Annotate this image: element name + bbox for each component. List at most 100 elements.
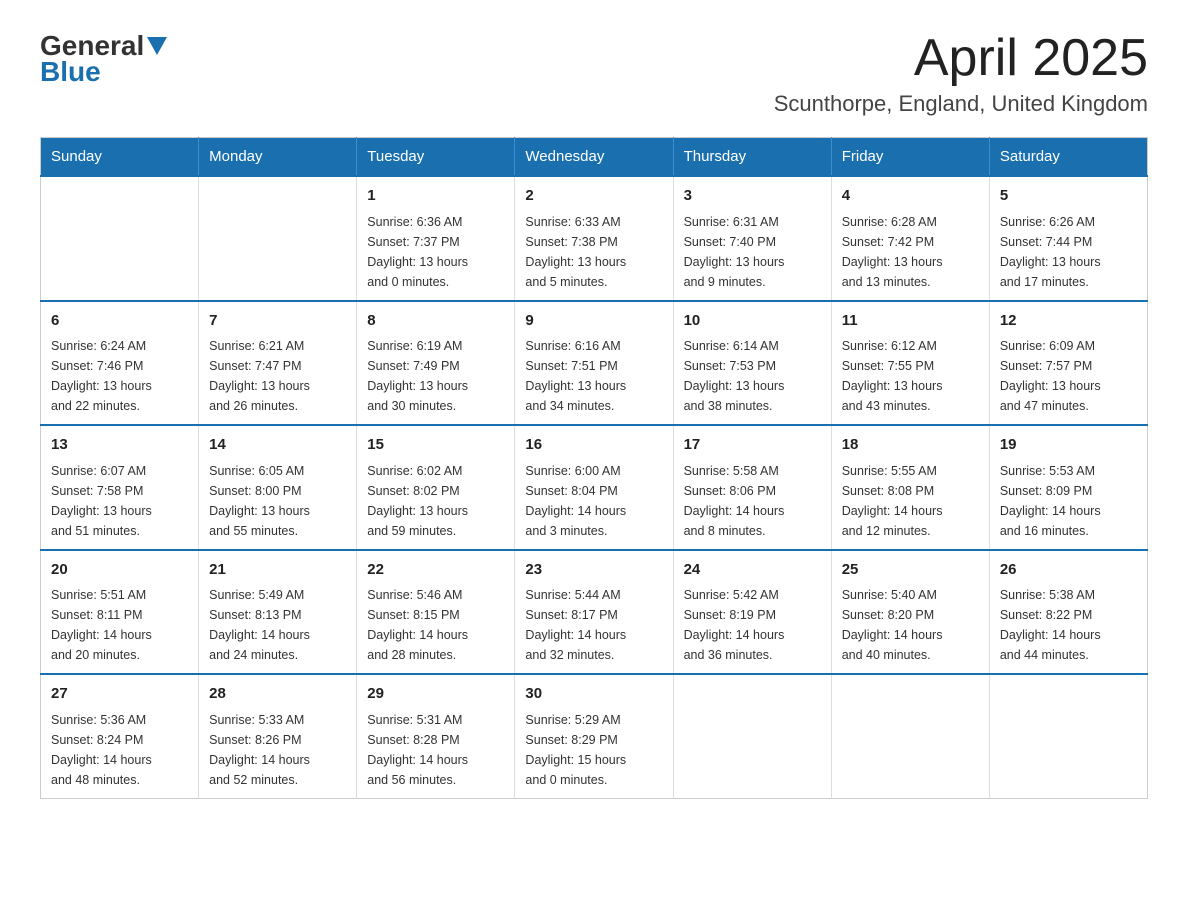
calendar-cell: 4 Sunrise: 6:28 AM Sunset: 7:42 PM Daylig… bbox=[831, 176, 989, 301]
day-info: Sunrise: 6:09 AM Sunset: 7:57 PM Dayligh… bbox=[1000, 336, 1137, 416]
page-subtitle: Scunthorpe, England, United Kingdom bbox=[774, 91, 1148, 117]
calendar-cell: 17Sunrise: 5:58 AM Sunset: 8:06 PM Dayli… bbox=[673, 425, 831, 550]
calendar-week-row: 1 Sunrise: 6:36 AM Sunset: 7:37 PM Daylig… bbox=[41, 176, 1148, 301]
day-number: 25 bbox=[842, 559, 979, 582]
calendar-cell: 21 Sunrise: 5:49 AM Sunset: 8:13 PM Dayli… bbox=[199, 550, 357, 675]
weekday-header-friday: Friday bbox=[831, 138, 989, 177]
day-info: Sunrise: 6:26 AM Sunset: 7:44 PM Dayligh… bbox=[1000, 212, 1137, 292]
calendar-cell: 1 Sunrise: 6:36 AM Sunset: 7:37 PM Daylig… bbox=[357, 176, 515, 301]
day-number: 2 bbox=[525, 185, 662, 208]
calendar-cell: 25 Sunrise: 5:40 AM Sunset: 8:20 PM Dayli… bbox=[831, 550, 989, 675]
day-number: 11 bbox=[842, 310, 979, 333]
day-info: Sunrise: 6:19 AM Sunset: 7:49 PM Dayligh… bbox=[367, 336, 504, 416]
day-info: Sunrise: 6:16 AM Sunset: 7:51 PM Dayligh… bbox=[525, 336, 662, 416]
calendar-cell: 29 Sunrise: 5:31 AM Sunset: 8:28 PM Dayli… bbox=[357, 674, 515, 798]
calendar-cell bbox=[673, 674, 831, 798]
calendar-cell: 14 Sunrise: 6:05 AM Sunset: 8:00 PM Dayli… bbox=[199, 425, 357, 550]
day-number: 8 bbox=[367, 310, 504, 333]
calendar-cell: 7 Sunrise: 6:21 AM Sunset: 7:47 PM Daylig… bbox=[199, 301, 357, 426]
calendar-week-row: 6Sunrise: 6:24 AM Sunset: 7:46 PM Daylig… bbox=[41, 301, 1148, 426]
day-number: 17 bbox=[684, 434, 821, 457]
day-info: Sunrise: 6:02 AM Sunset: 8:02 PM Dayligh… bbox=[367, 461, 504, 541]
day-info: Sunrise: 5:49 AM Sunset: 8:13 PM Dayligh… bbox=[209, 585, 346, 665]
day-info: Sunrise: 6:33 AM Sunset: 7:38 PM Dayligh… bbox=[525, 212, 662, 292]
calendar-cell: 28 Sunrise: 5:33 AM Sunset: 8:26 PM Dayli… bbox=[199, 674, 357, 798]
day-info: Sunrise: 5:51 AM Sunset: 8:11 PM Dayligh… bbox=[51, 585, 188, 665]
calendar-week-row: 20 Sunrise: 5:51 AM Sunset: 8:11 PM Dayli… bbox=[41, 550, 1148, 675]
day-info: Sunrise: 5:46 AM Sunset: 8:15 PM Dayligh… bbox=[367, 585, 504, 665]
calendar-header-row: SundayMondayTuesdayWednesdayThursdayFrid… bbox=[41, 138, 1148, 177]
day-number: 3 bbox=[684, 185, 821, 208]
day-number: 19 bbox=[1000, 434, 1137, 457]
day-number: 9 bbox=[525, 310, 662, 333]
calendar-cell: 20 Sunrise: 5:51 AM Sunset: 8:11 PM Dayli… bbox=[41, 550, 199, 675]
day-number: 23 bbox=[525, 559, 662, 582]
calendar-week-row: 27 Sunrise: 5:36 AM Sunset: 8:24 PM Dayli… bbox=[41, 674, 1148, 798]
day-info: Sunrise: 6:31 AM Sunset: 7:40 PM Dayligh… bbox=[684, 212, 821, 292]
weekday-header-saturday: Saturday bbox=[989, 138, 1147, 177]
calendar-cell: 16 Sunrise: 6:00 AM Sunset: 8:04 PM Dayli… bbox=[515, 425, 673, 550]
day-number: 21 bbox=[209, 559, 346, 582]
calendar-cell bbox=[989, 674, 1147, 798]
day-number: 30 bbox=[525, 683, 662, 706]
day-info: Sunrise: 6:05 AM Sunset: 8:00 PM Dayligh… bbox=[209, 461, 346, 541]
day-number: 16 bbox=[525, 434, 662, 457]
day-info: Sunrise: 5:36 AM Sunset: 8:24 PM Dayligh… bbox=[51, 710, 188, 790]
calendar-cell: 5 Sunrise: 6:26 AM Sunset: 7:44 PM Daylig… bbox=[989, 176, 1147, 301]
day-number: 14 bbox=[209, 434, 346, 457]
calendar-cell: 15 Sunrise: 6:02 AM Sunset: 8:02 PM Dayli… bbox=[357, 425, 515, 550]
calendar-cell: 10 Sunrise: 6:14 AM Sunset: 7:53 PM Dayli… bbox=[673, 301, 831, 426]
day-info: Sunrise: 6:00 AM Sunset: 8:04 PM Dayligh… bbox=[525, 461, 662, 541]
day-number: 20 bbox=[51, 559, 188, 582]
page-title: April 2025 bbox=[774, 30, 1148, 87]
calendar-cell: 26Sunrise: 5:38 AM Sunset: 8:22 PM Dayli… bbox=[989, 550, 1147, 675]
weekday-header-monday: Monday bbox=[199, 138, 357, 177]
day-info: Sunrise: 6:21 AM Sunset: 7:47 PM Dayligh… bbox=[209, 336, 346, 416]
day-number: 15 bbox=[367, 434, 504, 457]
calendar-cell: 3 Sunrise: 6:31 AM Sunset: 7:40 PM Daylig… bbox=[673, 176, 831, 301]
day-number: 1 bbox=[367, 185, 504, 208]
day-number: 5 bbox=[1000, 185, 1137, 208]
day-info: Sunrise: 6:36 AM Sunset: 7:37 PM Dayligh… bbox=[367, 212, 504, 292]
calendar-cell: 27 Sunrise: 5:36 AM Sunset: 8:24 PM Dayli… bbox=[41, 674, 199, 798]
calendar-cell: 19 Sunrise: 5:53 AM Sunset: 8:09 PM Dayli… bbox=[989, 425, 1147, 550]
calendar-cell bbox=[831, 674, 989, 798]
day-number: 6 bbox=[51, 310, 188, 333]
title-section: April 2025 Scunthorpe, England, United K… bbox=[774, 30, 1148, 117]
day-number: 18 bbox=[842, 434, 979, 457]
day-number: 22 bbox=[367, 559, 504, 582]
calendar-table: SundayMondayTuesdayWednesdayThursdayFrid… bbox=[40, 137, 1148, 799]
day-info: Sunrise: 5:42 AM Sunset: 8:19 PM Dayligh… bbox=[684, 585, 821, 665]
weekday-header-sunday: Sunday bbox=[41, 138, 199, 177]
calendar-cell bbox=[199, 176, 357, 301]
day-info: Sunrise: 6:28 AM Sunset: 7:42 PM Dayligh… bbox=[842, 212, 979, 292]
day-info: Sunrise: 5:40 AM Sunset: 8:20 PM Dayligh… bbox=[842, 585, 979, 665]
day-info: Sunrise: 5:44 AM Sunset: 8:17 PM Dayligh… bbox=[525, 585, 662, 665]
day-info: Sunrise: 6:07 AM Sunset: 7:58 PM Dayligh… bbox=[51, 461, 188, 541]
day-info: Sunrise: 6:12 AM Sunset: 7:55 PM Dayligh… bbox=[842, 336, 979, 416]
day-info: Sunrise: 5:38 AM Sunset: 8:22 PM Dayligh… bbox=[1000, 585, 1137, 665]
day-info: Sunrise: 5:55 AM Sunset: 8:08 PM Dayligh… bbox=[842, 461, 979, 541]
day-info: Sunrise: 5:53 AM Sunset: 8:09 PM Dayligh… bbox=[1000, 461, 1137, 541]
weekday-header-wednesday: Wednesday bbox=[515, 138, 673, 177]
day-number: 13 bbox=[51, 434, 188, 457]
day-info: Sunrise: 5:29 AM Sunset: 8:29 PM Dayligh… bbox=[525, 710, 662, 790]
day-number: 27 bbox=[51, 683, 188, 706]
day-number: 12 bbox=[1000, 310, 1137, 333]
weekday-header-thursday: Thursday bbox=[673, 138, 831, 177]
calendar-cell: 8 Sunrise: 6:19 AM Sunset: 7:49 PM Daylig… bbox=[357, 301, 515, 426]
day-number: 28 bbox=[209, 683, 346, 706]
day-number: 24 bbox=[684, 559, 821, 582]
day-number: 10 bbox=[684, 310, 821, 333]
day-info: Sunrise: 5:31 AM Sunset: 8:28 PM Dayligh… bbox=[367, 710, 504, 790]
day-number: 4 bbox=[842, 185, 979, 208]
day-number: 29 bbox=[367, 683, 504, 706]
logo: General Blue bbox=[40, 30, 167, 88]
calendar-cell: 18 Sunrise: 5:55 AM Sunset: 8:08 PM Dayli… bbox=[831, 425, 989, 550]
day-info: Sunrise: 6:14 AM Sunset: 7:53 PM Dayligh… bbox=[684, 336, 821, 416]
calendar-cell bbox=[41, 176, 199, 301]
day-info: Sunrise: 5:33 AM Sunset: 8:26 PM Dayligh… bbox=[209, 710, 346, 790]
calendar-week-row: 13 Sunrise: 6:07 AM Sunset: 7:58 PM Dayli… bbox=[41, 425, 1148, 550]
calendar-cell: 2 Sunrise: 6:33 AM Sunset: 7:38 PM Daylig… bbox=[515, 176, 673, 301]
day-number: 7 bbox=[209, 310, 346, 333]
